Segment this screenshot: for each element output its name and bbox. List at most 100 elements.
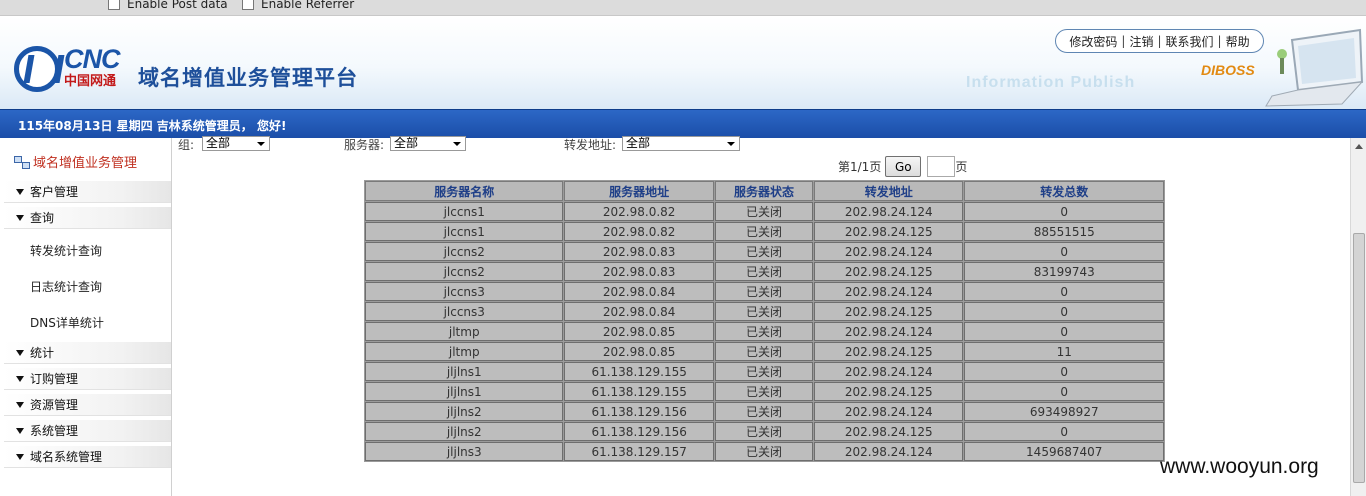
header-links: 修改密码 | 注销 | 联系我们 | 帮助	[1055, 29, 1264, 53]
server-address-cell: 61.138.129.156	[564, 402, 714, 421]
expand-triangle-icon	[16, 375, 24, 382]
enable-post-data-option[interactable]: Enable Post data	[108, 0, 228, 12]
sidebar-subitem-dns-detail[interactable]: DNS详单统计	[30, 314, 104, 331]
server-filter-select[interactable]: 全部	[390, 136, 466, 151]
sidebar-item-query[interactable]: 查询	[4, 207, 171, 229]
table-row: jljlns2 61.138.129.156 已关闭 202.98.24.125 0	[365, 422, 1164, 441]
sidebar-item-statistics[interactable]: 统计	[4, 342, 171, 364]
forward-count-cell: 0	[964, 202, 1164, 221]
sidebar-item-customer[interactable]: 客户管理	[4, 181, 171, 203]
sidebar-subitem-log-stats[interactable]: 日志统计查询	[30, 278, 102, 295]
sidebar-root[interactable]: 域名增值业务管理	[14, 152, 137, 171]
server-status-cell: 已关闭	[714, 442, 814, 461]
forward-count-cell: 0	[964, 362, 1164, 381]
group-filter-select[interactable]: 全部	[202, 136, 270, 151]
forward-address-cell: 202.98.24.125	[814, 302, 964, 321]
forward-address-cell: 202.98.24.125	[814, 222, 964, 241]
referrer-checkbox[interactable]	[242, 0, 254, 10]
logo-subtext: 中国网通	[64, 74, 117, 89]
server-name-cell: jltmp	[365, 322, 564, 341]
server-name-cell: jljlns1	[365, 362, 564, 381]
sidebar-root-label: 域名增值业务管理	[33, 156, 138, 171]
sidebar-item-label: 客户管理	[30, 185, 79, 199]
referrer-label: Enable Referrer	[261, 0, 355, 11]
server-address-cell: 202.98.0.85	[564, 342, 714, 361]
sidebar-item-label: 统计	[30, 346, 55, 360]
header-watermark: Information Publish	[966, 74, 1136, 91]
page-suffix: 页	[955, 160, 968, 174]
expand-triangle-icon	[16, 453, 24, 460]
server-name-cell: jlccns2	[365, 262, 564, 281]
server-address-cell: 202.98.0.83	[564, 242, 714, 261]
server-status-cell: 已关闭	[714, 422, 814, 441]
forward-address-cell: 202.98.24.124	[814, 282, 964, 301]
server-address-cell: 202.98.0.82	[564, 202, 714, 221]
server-status-cell: 已关闭	[714, 202, 814, 221]
server-name-cell: jljlns2	[365, 422, 564, 441]
server-status-cell: 已关闭	[714, 382, 814, 401]
change-password-link[interactable]: 修改密码	[1069, 33, 1117, 50]
forward-address-cell: 202.98.24.124	[814, 442, 964, 461]
forward-address-cell: 202.98.24.125	[814, 422, 964, 441]
table-row: jljlns3 61.138.129.157 已关闭 202.98.24.124 145…	[365, 442, 1164, 461]
forward-count-cell: 0	[964, 322, 1164, 341]
page-number-input[interactable]	[927, 156, 956, 177]
user-status-text: 115年08月13日 星期四 吉林系统管理员， 您好!	[18, 119, 287, 133]
server-name-cell: jlccns3	[365, 282, 564, 301]
logout-link[interactable]: 注销	[1129, 33, 1153, 50]
sidebar-subitem-forward-stats[interactable]: 转发统计查询	[30, 242, 102, 259]
contact-link[interactable]: 联系我们	[1166, 33, 1214, 50]
sidebar: 域名增值业务管理 客户管理 查询 转发统计查询 日志统计查询 DNS详单统计 统…	[0, 138, 172, 496]
site-watermark: www.wooyun.org	[1160, 455, 1319, 478]
column-header: 转发地址	[814, 181, 964, 201]
expand-triangle-icon	[16, 401, 24, 408]
sidebar-item-domain-system[interactable]: 域名系统管理	[4, 446, 171, 468]
post-data-checkbox[interactable]	[108, 0, 120, 10]
server-name-cell: jlccns2	[365, 242, 564, 261]
server-address-cell: 61.138.129.155	[564, 362, 714, 381]
forward-count-cell: 1459687407	[964, 442, 1164, 461]
forward-address-cell: 202.98.24.125	[814, 382, 964, 401]
sidebar-item-label: 查询	[30, 211, 55, 225]
server-address-cell: 202.98.0.83	[564, 262, 714, 281]
forward-count-cell: 0	[964, 382, 1164, 401]
column-header: 转发总数	[964, 181, 1164, 201]
server-address-cell: 61.138.129.157	[564, 442, 714, 461]
server-name-cell: jljlns3	[365, 442, 564, 461]
server-address-cell: 61.138.129.155	[564, 382, 714, 401]
page-header: CNC 中国网通 域名增值业务管理平台 Information Publish …	[0, 16, 1366, 109]
server-address-cell: 202.98.0.85	[564, 322, 714, 341]
forward-address-cell: 202.98.24.124	[814, 242, 964, 261]
sidebar-item-label: 订购管理	[30, 372, 79, 386]
forward-count-cell: 0	[964, 282, 1164, 301]
forward-address-cell: 202.98.24.125	[814, 262, 964, 281]
brand-label: DIBOSS	[1201, 62, 1255, 78]
forward-address-cell: 202.98.24.124	[814, 322, 964, 341]
laptop-illustration-icon	[1265, 28, 1364, 107]
server-status-cell: 已关闭	[714, 282, 814, 301]
forward-address-cell: 202.98.24.124	[814, 402, 964, 421]
go-button[interactable]: Go	[885, 156, 922, 177]
table-row: jlccns3 202.98.0.84 已关闭 202.98.24.125 0	[365, 302, 1164, 321]
server-status-cell: 已关闭	[714, 302, 814, 321]
table-header-row: 服务器名称 服务器地址 服务器状态 转发地址 转发总数	[365, 181, 1164, 201]
sidebar-item-orders[interactable]: 订购管理	[4, 368, 171, 390]
enable-referrer-option[interactable]: Enable Referrer	[242, 0, 354, 12]
sidebar-item-system[interactable]: 系统管理	[4, 420, 171, 442]
scroll-up-arrow-icon[interactable]	[1355, 144, 1363, 149]
sidebar-item-resources[interactable]: 资源管理	[4, 394, 171, 416]
pager: 第1/1页 Go 页	[838, 156, 967, 177]
server-status-cell: 已关闭	[714, 262, 814, 281]
server-address-cell: 202.98.0.84	[564, 302, 714, 321]
page-info: 第1/1页	[838, 160, 882, 174]
forward-count-cell: 693498927	[964, 402, 1164, 421]
sidebar-item-label: 系统管理	[30, 424, 79, 438]
forward-filter-select[interactable]: 全部	[622, 136, 740, 151]
table-row: jlccns1 202.98.0.82 已关闭 202.98.24.125 885515…	[365, 222, 1164, 241]
forward-count-cell: 11	[964, 342, 1164, 361]
scroll-thumb[interactable]	[1353, 233, 1365, 483]
group-filter-label: 组:	[178, 138, 195, 152]
vertical-scrollbar[interactable]	[1350, 138, 1366, 496]
help-link[interactable]: 帮助	[1226, 33, 1250, 50]
expand-triangle-icon	[16, 188, 24, 195]
